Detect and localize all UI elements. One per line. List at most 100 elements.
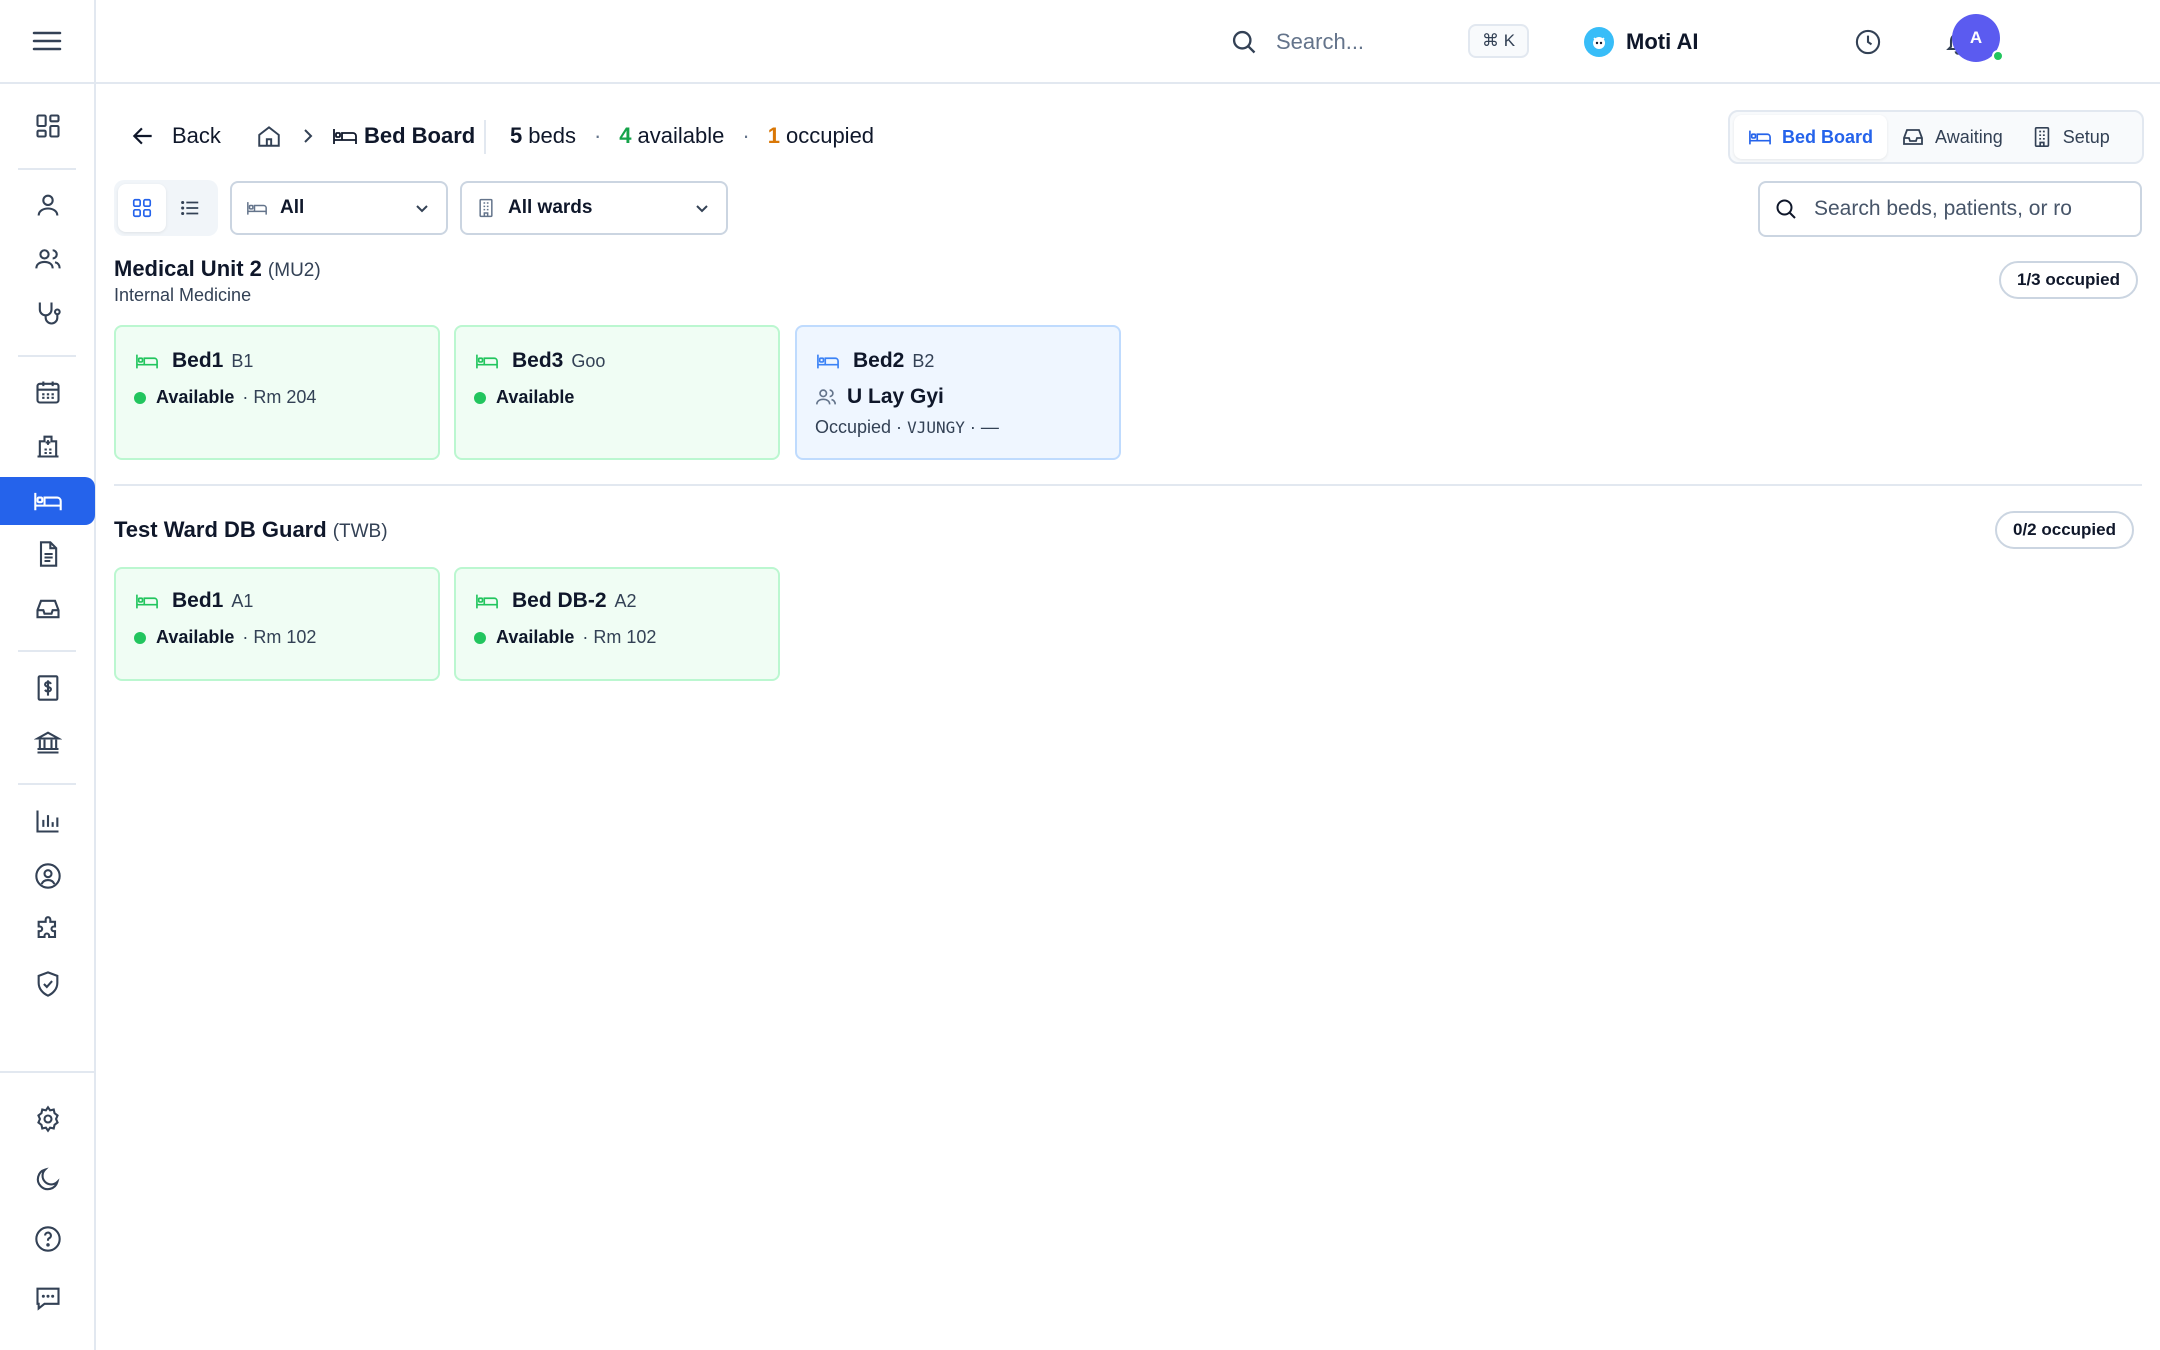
ward-filter-select[interactable]: All wards [460, 181, 728, 235]
bed-search-field[interactable] [1758, 181, 2142, 237]
moti-ai-button[interactable]: Moti AI [1584, 24, 1699, 60]
grid-icon [131, 197, 153, 219]
ward-code: (MU2) [267, 260, 321, 281]
available-count: 4 [619, 123, 632, 148]
sidebar-item-clinical[interactable] [0, 289, 96, 337]
available-status-dot [134, 391, 146, 404]
sidebar-item-help[interactable] [0, 1215, 96, 1263]
bed-icon [134, 590, 160, 612]
clock-icon [1854, 28, 1882, 56]
sidebar-item-reports[interactable] [0, 797, 96, 845]
bed-icon [33, 487, 63, 515]
sidebar-item-feedback[interactable] [0, 1274, 96, 1322]
tab-awaiting-label: Awaiting [1935, 126, 2003, 147]
bed-icon [815, 350, 841, 372]
bed-card[interactable]: Bed2 B2 U Lay Gyi Occupied · VJUNGY · — [795, 325, 1121, 460]
bed-occupancy-detail: Occupied · VJUNGY · — [815, 417, 1101, 438]
bed-icon [332, 124, 358, 148]
sidebar-divider [18, 355, 76, 357]
available-status-dot [474, 631, 486, 644]
inbox-icon [34, 595, 62, 623]
tab-bed-board[interactable]: Bed Board [1734, 115, 1888, 159]
list-icon [179, 197, 201, 219]
ward-department: Internal Medicine [114, 285, 252, 305]
bed-status: Available [156, 627, 235, 647]
invoice-dollar-icon [34, 674, 62, 702]
chevron-right-icon [300, 126, 316, 146]
sidebar-item-documents[interactable] [0, 530, 96, 578]
user-circle-icon [34, 862, 62, 890]
available-status-dot [474, 391, 486, 404]
bed-card[interactable]: Bed3 Goo Available [454, 325, 780, 460]
sidebar-divider [18, 650, 76, 652]
tab-bed-board-label: Bed Board [1782, 126, 1874, 147]
search-icon [1230, 28, 1258, 56]
sidebar-item-patients[interactable] [0, 235, 96, 283]
beds-count: 5 [510, 123, 523, 148]
occupancy-badge: 0/2 occupied [1995, 511, 2134, 549]
patient-code: VJUNGY [907, 418, 965, 437]
chevron-down-icon [412, 198, 432, 218]
ward-title: Medical Unit 2 (MU2) [114, 256, 321, 282]
sidebar-item-hospital[interactable] [0, 422, 96, 470]
breadcrumb: Bed Board [256, 114, 475, 158]
bed-icon [246, 198, 268, 218]
inbox-icon [1901, 125, 1935, 149]
sidebar-item-dashboard[interactable] [0, 102, 96, 150]
list-view-button[interactable] [166, 184, 214, 232]
status-filter-select[interactable]: All [230, 181, 448, 235]
stats-separator: · [593, 123, 602, 148]
back-button[interactable]: Back [130, 114, 221, 158]
bed-room: · Rm 102 [582, 627, 657, 647]
menu-icon[interactable] [32, 30, 62, 52]
bed-code: A2 [614, 590, 637, 611]
sidebar-item-bed-board[interactable] [0, 477, 95, 525]
home-icon[interactable] [256, 123, 282, 149]
sidebar-item-inbox[interactable] [0, 585, 96, 633]
tab-setup[interactable]: Setup [2017, 115, 2124, 159]
stethoscope-icon [34, 299, 62, 327]
search-icon [1774, 197, 1798, 221]
history-button[interactable] [1850, 24, 1886, 60]
bed-search-input[interactable] [1814, 197, 2114, 221]
sidebar-item-theme[interactable] [0, 1155, 96, 1203]
bed-icon [1748, 126, 1782, 148]
tab-setup-label: Setup [2062, 126, 2110, 147]
bed-icon [474, 590, 500, 612]
ward-code: (TWB) [332, 521, 388, 542]
user-icon [34, 191, 62, 219]
bank-icon [34, 728, 62, 756]
global-search[interactable]: Search... [1230, 22, 1364, 62]
grid-view-button[interactable] [118, 184, 166, 232]
help-icon [34, 1225, 62, 1253]
back-label: Back [172, 123, 221, 148]
tab-awaiting[interactable]: Awaiting [1887, 115, 2017, 159]
bed-status: Available [496, 387, 575, 407]
dashboard-icon [34, 112, 62, 140]
sidebar-item-integrations[interactable] [0, 906, 96, 954]
document-icon [34, 540, 62, 568]
sidebar-item-calendar[interactable] [0, 368, 96, 416]
sidebar-item-finance[interactable] [0, 718, 96, 766]
sidebar-item-settings[interactable] [0, 1095, 96, 1143]
sidebar-divider [18, 168, 76, 170]
bed-card[interactable]: Bed1 A1 Available · Rm 102 [114, 567, 440, 681]
bed-card[interactable]: Bed1 B1 Available · Rm 204 [114, 325, 440, 460]
view-toggle [114, 180, 218, 236]
bed-status: Available [156, 387, 235, 407]
moti-ai-label: Moti AI [1626, 29, 1699, 54]
arrow-left-icon [130, 123, 156, 149]
sidebar-item-billing[interactable] [0, 664, 96, 712]
sidebar-divider [18, 783, 76, 785]
bed-icon [134, 350, 160, 372]
bed-name: Bed DB-2 [512, 589, 607, 612]
sidebar-item-user[interactable] [0, 181, 96, 229]
occupied-label: occupied [785, 123, 875, 148]
bed-card[interactable]: Bed DB-2 A2 Available · Rm 102 [454, 567, 780, 681]
building-icon [476, 197, 496, 219]
calendar-icon [34, 378, 62, 406]
chevron-down-icon [692, 198, 712, 218]
sidebar-item-profile[interactable] [0, 852, 96, 900]
sidebar-item-security[interactable] [0, 960, 96, 1008]
bot-icon [1584, 27, 1614, 57]
